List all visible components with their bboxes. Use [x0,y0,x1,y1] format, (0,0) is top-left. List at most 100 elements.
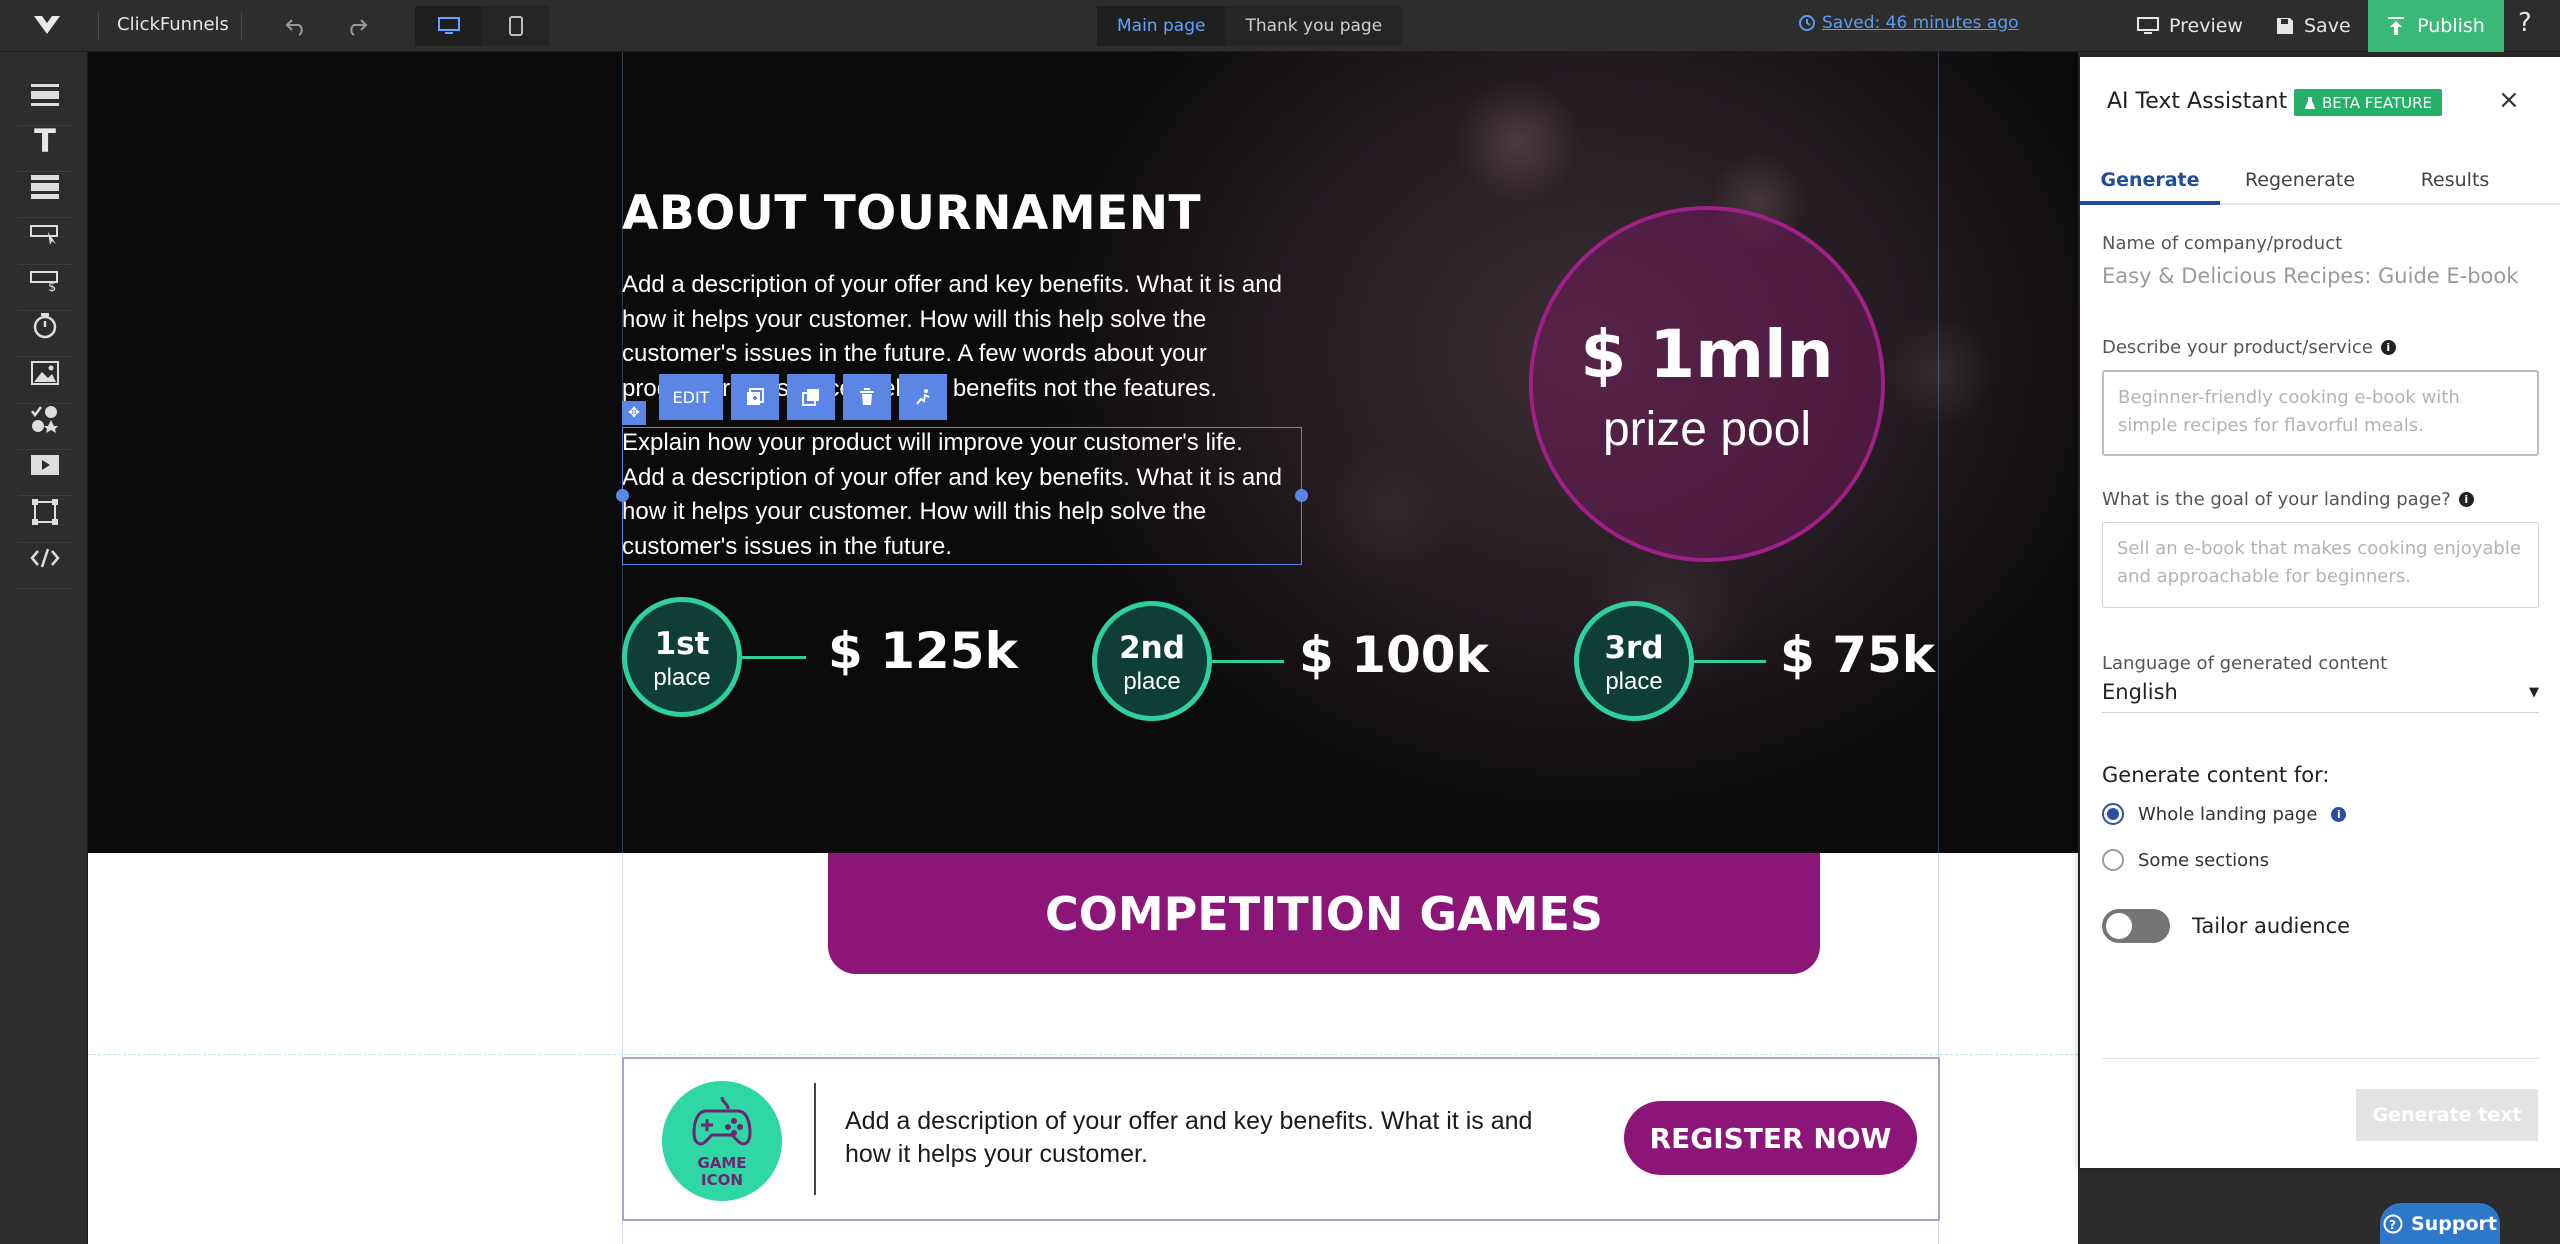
save-icon [2277,18,2293,34]
game-row[interactable]: GAME ICON Add a description of your offe… [622,1057,1940,1221]
option-label: Whole landing page [2138,803,2318,825]
editor-canvas[interactable]: ABOUT TOURNAMENT Add a description of yo… [88,52,2078,1244]
gamepad-icon[interactable]: GAME ICON [662,1081,782,1201]
game-divider [814,1083,816,1195]
option-label: Some sections [2138,849,2269,871]
radio-selected[interactable] [2102,803,2124,825]
info-icon[interactable]: i [2331,806,2347,822]
preview-button[interactable]: Preview [2137,0,2243,52]
help-icon[interactable]: ? [2518,8,2532,38]
save-button[interactable]: Save [2276,0,2351,52]
place-badge-3[interactable]: 3rd place [1574,601,1694,721]
undo-icon[interactable] [272,8,320,44]
panel-tabs: Generate Regenerate Results [2080,163,2560,205]
company-input[interactable]: Easy & Delicious Recipes: Guide E-book [2102,264,2539,288]
radio-unselected[interactable] [2102,849,2124,871]
video-tool-icon[interactable] [18,442,72,496]
game-description[interactable]: Add a description of your offer and key … [845,1105,1565,1171]
about-title[interactable]: ABOUT TOURNAMENT [622,186,1201,241]
delete-icon[interactable] [843,374,891,420]
language-label: Language of generated content [2102,653,2388,674]
language-select[interactable]: English ▼ [2102,680,2539,713]
saved-status-text: Saved: 46 minutes ago [1822,13,2019,33]
beta-badge: BETA FEATURE [2294,89,2443,116]
code-tool-icon[interactable] [18,535,72,589]
desktop-view-icon[interactable] [415,6,482,46]
prize-label: prize pool [1602,403,1812,456]
button-tool-icon[interactable] [18,211,72,265]
mobile-view-icon[interactable] [482,6,549,46]
animate-icon[interactable] [899,374,947,420]
tab-regenerate[interactable]: Regenerate [2220,163,2380,205]
caret-down-icon: ▼ [2529,684,2539,700]
competition-games-banner[interactable]: COMPETITION GAMES [828,853,1820,974]
save-label: Save [2304,15,2351,37]
game-icon-label-line: ICON [701,1171,743,1189]
row-guide [88,1054,2078,1055]
place-connector-line [1694,660,1766,663]
game-icon-label-line: GAME [697,1154,747,1172]
place-badge-1[interactable]: 1st place [622,597,742,717]
svg-text:?: ? [2389,1218,2396,1232]
tailor-audience-toggle[interactable] [2102,909,2170,943]
shape-tool-icon[interactable] [18,489,72,543]
generate-text-button[interactable]: Generate text [2356,1089,2538,1141]
place-word: place [1123,668,1181,695]
icons-tool-icon[interactable] [18,396,72,450]
resize-handle-left[interactable] [616,489,629,502]
saved-status-link[interactable]: Saved: 46 minutes ago [1798,13,2019,33]
publish-button[interactable]: Publish [2368,0,2504,52]
option-some-sections[interactable]: Some sections [2102,843,2539,877]
describe-label-row: Describe your product/service i [2102,337,2539,358]
tailor-label: Tailor audience [2192,914,2351,938]
goal-textarea[interactable]: Sell an e-book that makes cooking enjoya… [2102,522,2539,608]
close-icon[interactable]: × [2498,85,2520,115]
countdown-tool-icon[interactable] [18,303,72,357]
company-label: Name of company/product [2102,233,2343,254]
tab-results[interactable]: Results [2380,163,2530,205]
duplicate-icon[interactable] [787,374,835,420]
clickfunnels-logo-icon[interactable] [30,12,64,38]
info-icon[interactable]: i [2380,340,2396,355]
page-tabs: Main page Thank you page [1097,6,1403,46]
place-number: 2nd [1119,630,1185,666]
resize-handle-right[interactable] [1295,489,1308,502]
rows-tool-icon[interactable] [18,164,72,218]
info-icon[interactable]: i [2458,492,2474,507]
place-amount-3[interactable]: $ 75k [1780,626,1935,684]
support-label: Support [2411,1213,2497,1235]
image-tool-icon[interactable] [18,350,72,404]
device-toggle [415,6,549,46]
prize-pool-circle[interactable]: $ 1mln prize pool [1529,206,1885,562]
panel-title: AI Text Assistant [2107,89,2288,114]
element-edit-toolbar: EDIT [659,374,947,420]
describe-textarea[interactable]: Beginner-friendly cooking e-book with si… [2102,370,2539,456]
toolbar-divider [241,12,242,40]
tab-main-page[interactable]: Main page [1097,6,1226,46]
tab-generate[interactable]: Generate [2080,163,2220,205]
beta-label: BETA FEATURE [2322,93,2433,112]
register-now-button[interactable]: REGISTER NOW [1624,1101,1917,1175]
app-name: ClickFunnels [117,14,229,35]
goal-label-row: What is the goal of your landing page? i [2102,489,2539,510]
support-button[interactable]: ? Support [2380,1203,2500,1244]
option-whole-landing-page[interactable]: Whole landing page i [2102,797,2539,831]
tailor-audience-row: Tailor audience [2102,909,2539,943]
help-circle-icon: ? [2383,1214,2403,1234]
place-amount-1[interactable]: $ 125k [828,622,1018,680]
redo-icon[interactable] [333,8,381,44]
place-badge-2[interactable]: 2nd place [1092,601,1212,721]
add-element-icon[interactable] [731,374,779,420]
language-value: English [2102,680,2178,704]
text-tool-icon[interactable]: T [18,118,72,172]
panel-divider [2102,1058,2539,1059]
place-amount-2[interactable]: $ 100k [1299,626,1489,684]
pricing-tool-icon[interactable]: $ [18,257,72,311]
edit-button[interactable]: EDIT [659,374,723,420]
sections-tool-icon[interactable] [18,72,72,126]
publish-icon [2388,17,2405,35]
move-handle-icon[interactable]: ✥ [622,401,646,425]
selected-element-outline [622,427,1302,565]
tab-thank-you-page[interactable]: Thank you page [1225,6,1402,46]
goal-label: What is the goal of your landing page? [2102,489,2451,510]
